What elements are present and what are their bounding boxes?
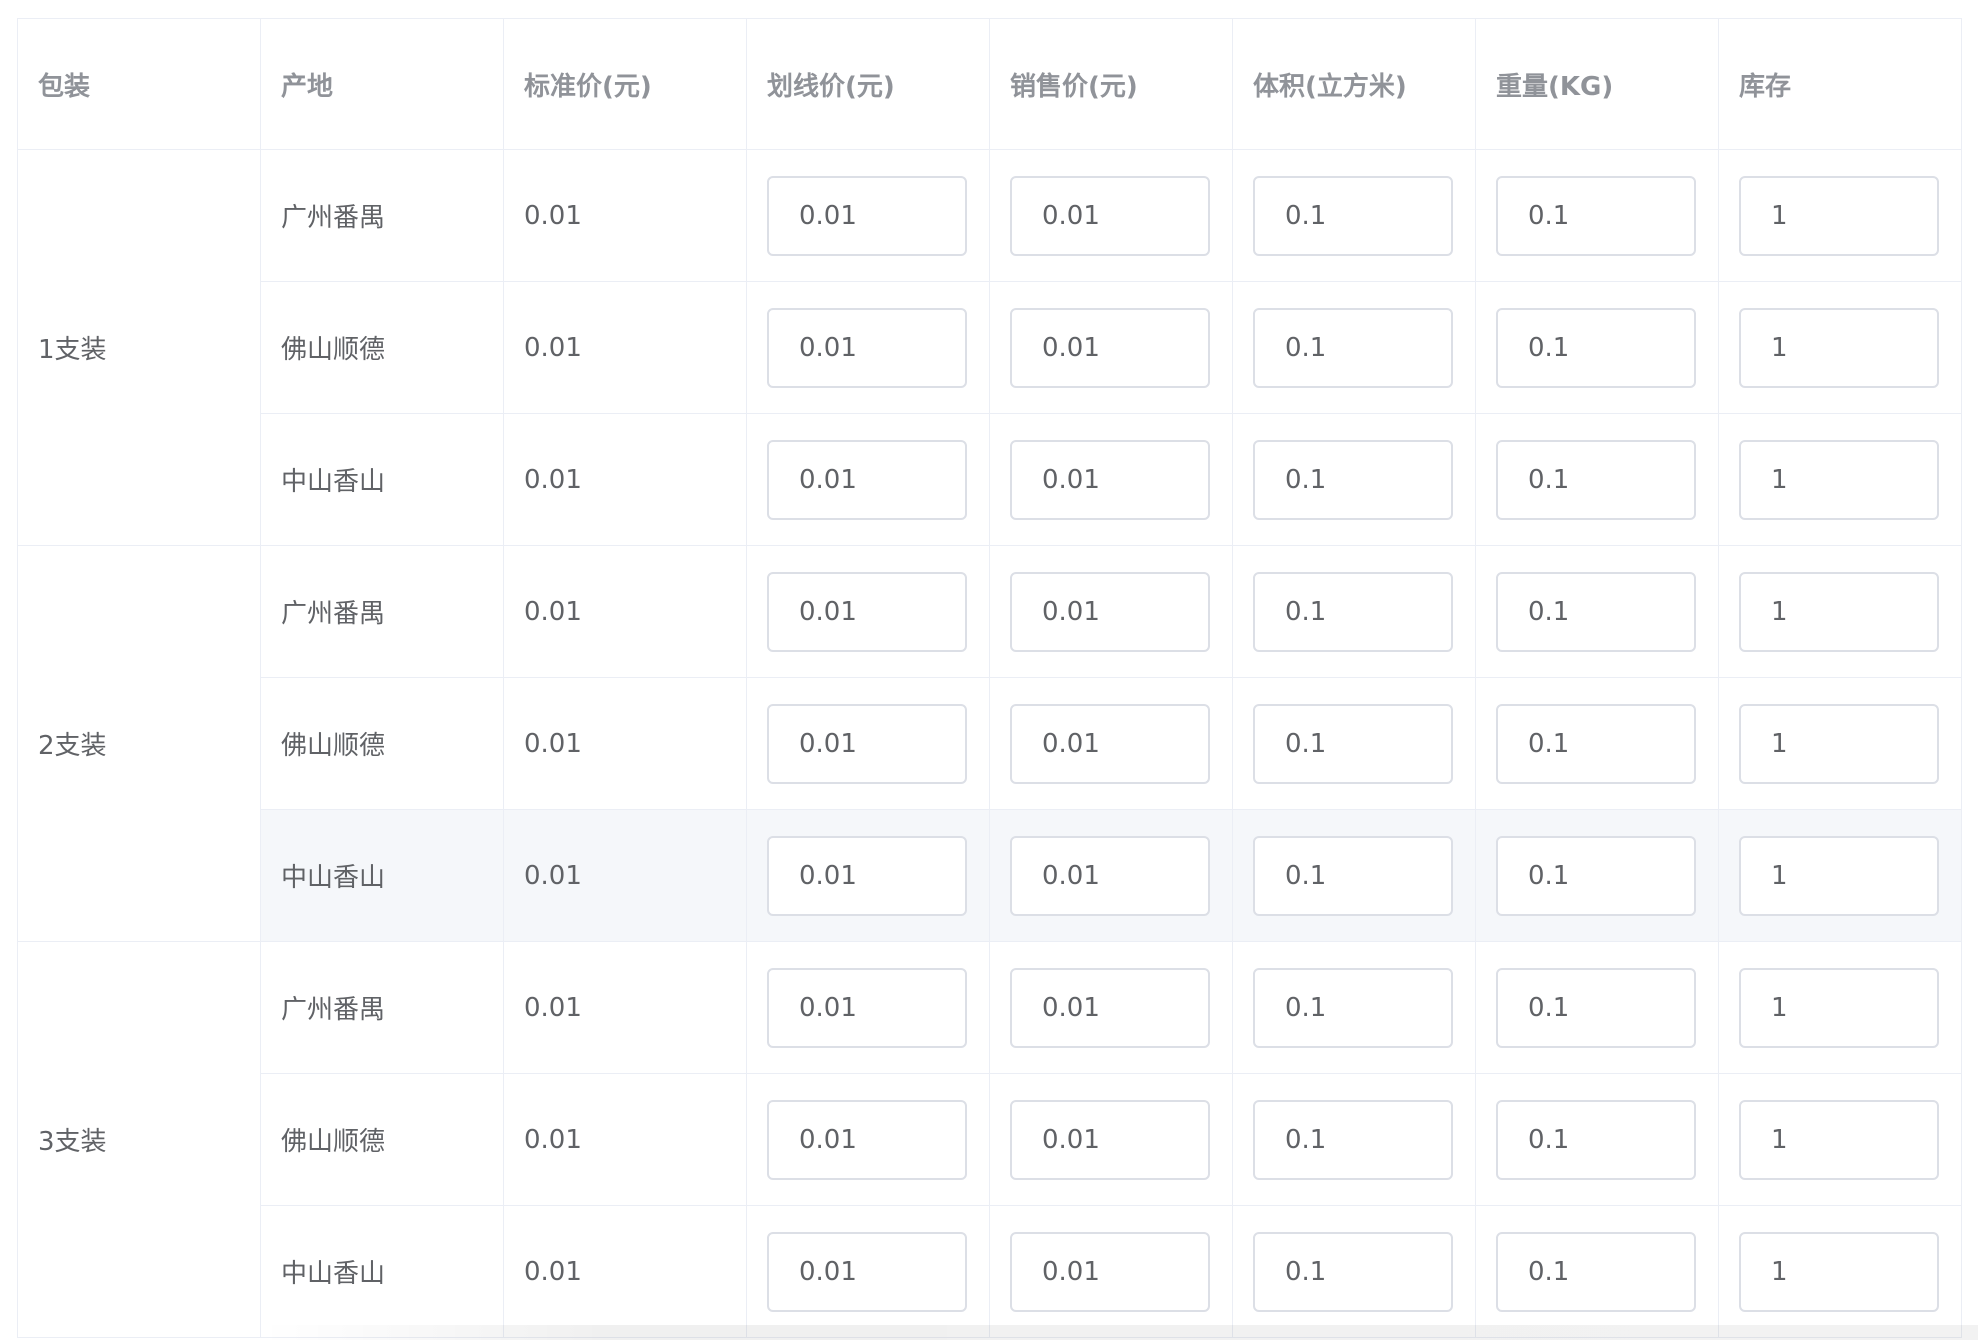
volume-input[interactable] (1253, 1099, 1453, 1180)
standard-price-cell: 0.01 (503, 545, 747, 678)
stock-input[interactable] (1739, 307, 1939, 388)
header-pack: 包装 (17, 18, 261, 150)
stock-input[interactable] (1739, 175, 1939, 256)
standard-price-cell: 0.01 (503, 413, 747, 546)
weight-input[interactable] (1496, 571, 1696, 652)
sale-price-input[interactable] (1010, 967, 1210, 1048)
pack-cell: 1支装 (17, 149, 261, 546)
stock-input[interactable] (1739, 571, 1939, 652)
weight-input[interactable] (1496, 835, 1696, 916)
origin-cell: 佛山顺德 (260, 1073, 504, 1206)
standard-price-cell: 0.01 (503, 1073, 747, 1206)
stock-input[interactable] (1739, 1099, 1939, 1180)
table-row: 3支装 广州番禺 0.01 (17, 941, 1962, 1338)
sale-price-input[interactable] (1010, 1099, 1210, 1180)
header-origin: 产地 (260, 18, 504, 150)
standard-price-cell: 0.01 (503, 149, 747, 282)
strike-price-input[interactable] (767, 571, 967, 652)
strike-price-input[interactable] (767, 439, 967, 520)
horizontal-scroll-shadow (260, 1325, 1978, 1340)
table-row: 佛山顺德 0.01 (18, 1073, 1962, 1206)
header-strike-price: 划线价(元) (746, 18, 990, 150)
volume-input[interactable] (1253, 307, 1453, 388)
volume-input[interactable] (1253, 835, 1453, 916)
sale-price-input[interactable] (1010, 703, 1210, 784)
volume-input[interactable] (1253, 967, 1453, 1048)
table-row-hovered: 中山香山 0.01 (18, 809, 1962, 942)
weight-input[interactable] (1496, 703, 1696, 784)
strike-price-input[interactable] (767, 175, 967, 256)
volume-input[interactable] (1253, 439, 1453, 520)
standard-price-cell: 0.01 (503, 677, 747, 810)
origin-cell: 中山香山 (260, 413, 504, 546)
strike-price-input[interactable] (767, 835, 967, 916)
volume-input[interactable] (1253, 175, 1453, 256)
strike-price-input[interactable] (767, 307, 967, 388)
volume-input[interactable] (1253, 703, 1453, 784)
header-sale-price: 销售价(元) (989, 18, 1233, 150)
standard-price-cell: 0.01 (503, 941, 747, 1074)
volume-input[interactable] (1253, 1231, 1453, 1312)
header-weight: 重量(KG) (1475, 18, 1719, 150)
origin-cell: 佛山顺德 (260, 677, 504, 810)
weight-input[interactable] (1496, 175, 1696, 256)
strike-price-input[interactable] (767, 967, 967, 1048)
sale-price-input[interactable] (1010, 307, 1210, 388)
standard-price-cell: 0.01 (503, 809, 747, 942)
table-row: 佛山顺德 0.01 (18, 281, 1962, 414)
table-header-row: 包装 产地 标准价(元) 划线价(元) 销售价(元) 体积(立方米) 重量(KG… (17, 18, 1962, 150)
origin-cell: 广州番禺 (260, 545, 504, 678)
header-standard-price: 标准价(元) (503, 18, 747, 150)
origin-cell: 中山香山 (260, 809, 504, 942)
weight-input[interactable] (1496, 439, 1696, 520)
stock-input[interactable] (1739, 703, 1939, 784)
stock-input[interactable] (1739, 835, 1939, 916)
weight-input[interactable] (1496, 967, 1696, 1048)
pack-cell: 2支装 (17, 545, 261, 942)
strike-price-input[interactable] (767, 1231, 967, 1312)
pack-cell: 3支装 (17, 941, 261, 1338)
stock-input[interactable] (1739, 1231, 1939, 1312)
strike-price-input[interactable] (767, 703, 967, 784)
volume-input[interactable] (1253, 571, 1453, 652)
sale-price-input[interactable] (1010, 1231, 1210, 1312)
sale-price-input[interactable] (1010, 571, 1210, 652)
sku-table: 包装 产地 标准价(元) 划线价(元) 销售价(元) 体积(立方米) 重量(KG… (17, 18, 1962, 1338)
table-row: 1支装 广州番禺 0.01 (17, 149, 1962, 546)
header-volume: 体积(立方米) (1232, 18, 1476, 150)
sku-table-container: 包装 产地 标准价(元) 划线价(元) 销售价(元) 体积(立方米) 重量(KG… (17, 18, 1962, 1338)
sale-price-input[interactable] (1010, 439, 1210, 520)
weight-input[interactable] (1496, 307, 1696, 388)
weight-input[interactable] (1496, 1099, 1696, 1180)
table-row: 中山香山 0.01 (18, 1205, 1962, 1338)
stock-input[interactable] (1739, 967, 1939, 1048)
weight-input[interactable] (1496, 1231, 1696, 1312)
table-row: 中山香山 0.01 (18, 413, 1962, 546)
table-row: 2支装 广州番禺 0.01 (17, 545, 1962, 942)
table-row: 佛山顺德 0.01 (18, 677, 1962, 810)
origin-cell: 中山香山 (260, 1205, 504, 1338)
origin-cell: 广州番禺 (260, 941, 504, 1074)
header-stock: 库存 (1718, 18, 1962, 150)
standard-price-cell: 0.01 (503, 1205, 747, 1338)
strike-price-input[interactable] (767, 1099, 967, 1180)
origin-cell: 佛山顺德 (260, 281, 504, 414)
sale-price-input[interactable] (1010, 175, 1210, 256)
stock-input[interactable] (1739, 439, 1939, 520)
standard-price-cell: 0.01 (503, 281, 747, 414)
sale-price-input[interactable] (1010, 835, 1210, 916)
origin-cell: 广州番禺 (260, 149, 504, 282)
